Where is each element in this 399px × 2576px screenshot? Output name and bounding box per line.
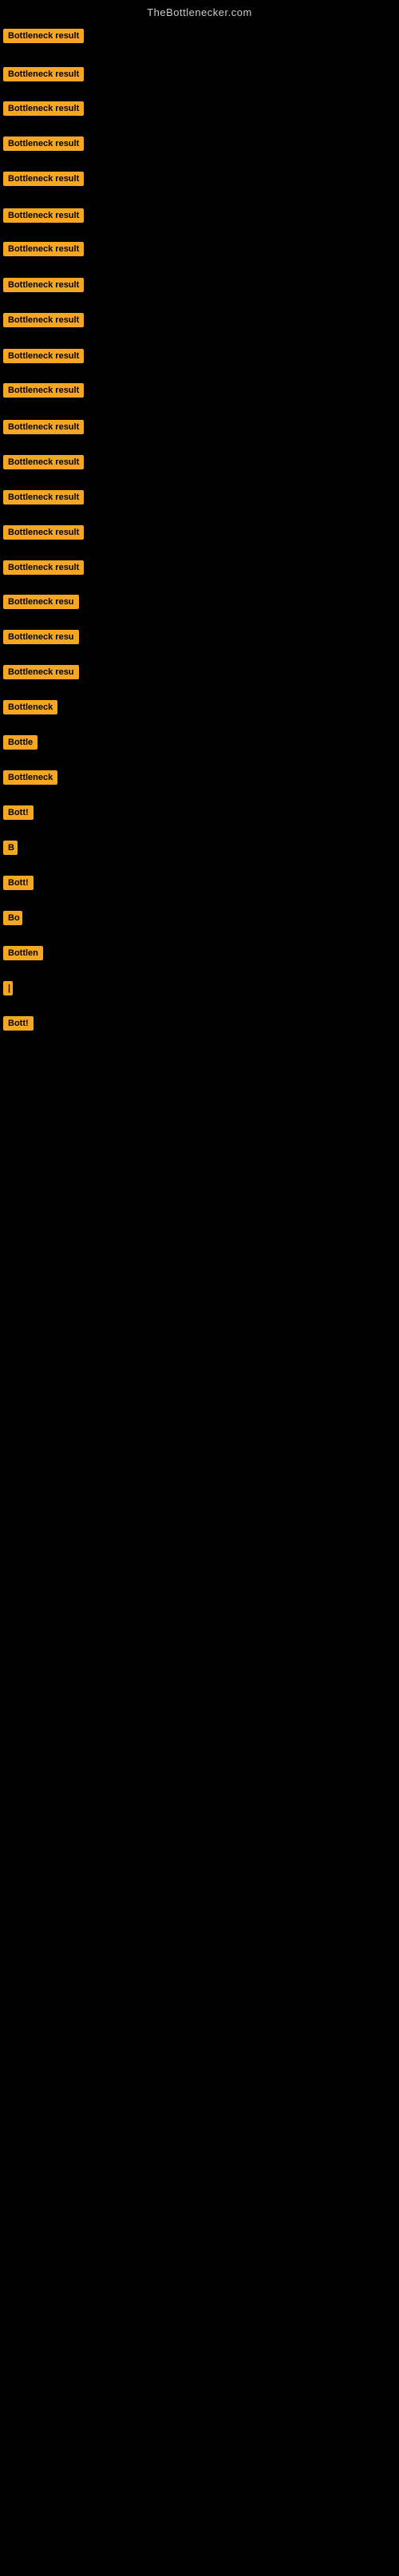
bottleneck-result-item[interactable]: Bottleneck result — [3, 560, 84, 579]
bottleneck-result-item[interactable]: Bottleneck result — [3, 242, 84, 260]
bottleneck-badge: | — [3, 981, 13, 995]
bottleneck-badge: Bottleneck result — [3, 172, 84, 186]
bottleneck-result-item[interactable]: Bott! — [3, 805, 34, 824]
bottleneck-result-item[interactable]: Bottleneck result — [3, 172, 84, 190]
bottleneck-badge: Bottleneck result — [3, 383, 84, 398]
bottleneck-badge: Bottleneck result — [3, 313, 84, 327]
bottleneck-result-item[interactable]: Bottle — [3, 735, 38, 754]
bottleneck-badge: Bott! — [3, 805, 34, 820]
bottleneck-badge: Bottleneck result — [3, 420, 84, 434]
bottleneck-badge: Bottleneck result — [3, 349, 84, 363]
bottleneck-result-item[interactable]: Bottlen — [3, 946, 43, 964]
bottleneck-result-item[interactable]: Bottleneck result — [3, 349, 84, 367]
bottleneck-badge: Bottleneck result — [3, 560, 84, 575]
bottleneck-badge: Bottleneck result — [3, 101, 84, 116]
bottleneck-result-item[interactable]: B — [3, 841, 18, 859]
bottleneck-badge: Bottleneck result — [3, 525, 84, 540]
bottleneck-result-item[interactable]: Bottleneck — [3, 700, 57, 718]
bottleneck-badge: Bottleneck resu — [3, 665, 79, 679]
bottleneck-badge: Bottleneck result — [3, 490, 84, 505]
bottleneck-result-item[interactable]: Bottleneck result — [3, 525, 84, 544]
bottleneck-badge: Bo — [3, 911, 22, 925]
bottleneck-badge: Bottleneck result — [3, 137, 84, 151]
site-title: TheBottlenecker.com — [0, 0, 399, 22]
bottleneck-result-item[interactable]: Bo — [3, 911, 22, 929]
bottleneck-badge: Bottlen — [3, 946, 43, 960]
bottleneck-result-item[interactable]: Bottleneck result — [3, 490, 84, 508]
bottleneck-badge: Bottleneck resu — [3, 630, 79, 644]
bottleneck-result-item[interactable]: Bottleneck result — [3, 137, 84, 155]
bottleneck-result-item[interactable]: Bottleneck resu — [3, 630, 79, 648]
bottleneck-result-item[interactable]: Bott! — [3, 1016, 34, 1035]
bottleneck-badge: Bottleneck result — [3, 278, 84, 292]
bottleneck-badge: Bottleneck result — [3, 208, 84, 223]
bottleneck-badge: B — [3, 841, 18, 855]
bottleneck-result-item[interactable]: Bottleneck result — [3, 313, 84, 331]
bottleneck-result-item[interactable]: Bottleneck result — [3, 208, 84, 227]
bottleneck-result-item[interactable]: Bottleneck result — [3, 278, 84, 296]
bottleneck-result-item[interactable]: Bottleneck resu — [3, 665, 79, 683]
bottleneck-result-item[interactable]: Bottleneck result — [3, 101, 84, 120]
bottleneck-badge: Bottleneck resu — [3, 595, 79, 609]
bottleneck-result-item[interactable]: Bottleneck result — [3, 383, 84, 402]
bottleneck-result-item[interactable]: Bottleneck resu — [3, 595, 79, 613]
bottleneck-result-item[interactable]: Bottleneck result — [3, 67, 84, 85]
bottleneck-badge: Bottleneck — [3, 700, 57, 714]
bottleneck-badge: Bott! — [3, 876, 34, 890]
bottleneck-result-item[interactable]: Bottleneck result — [3, 455, 84, 473]
bottleneck-badge: Bottleneck result — [3, 67, 84, 81]
bottleneck-result-item[interactable]: Bottleneck result — [3, 29, 84, 47]
bottleneck-badge: Bottleneck result — [3, 242, 84, 256]
bottleneck-result-item[interactable]: Bottleneck result — [3, 420, 84, 438]
bottleneck-badge: Bottleneck result — [3, 455, 84, 469]
bottleneck-result-item[interactable]: Bott! — [3, 876, 34, 894]
bottleneck-badge: Bott! — [3, 1016, 34, 1031]
bottleneck-badge: Bottle — [3, 735, 38, 750]
bottleneck-badge: Bottleneck — [3, 770, 57, 785]
bottleneck-result-item[interactable]: | — [3, 981, 13, 999]
bottleneck-result-item[interactable]: Bottleneck — [3, 770, 57, 789]
bottleneck-badge: Bottleneck result — [3, 29, 84, 43]
